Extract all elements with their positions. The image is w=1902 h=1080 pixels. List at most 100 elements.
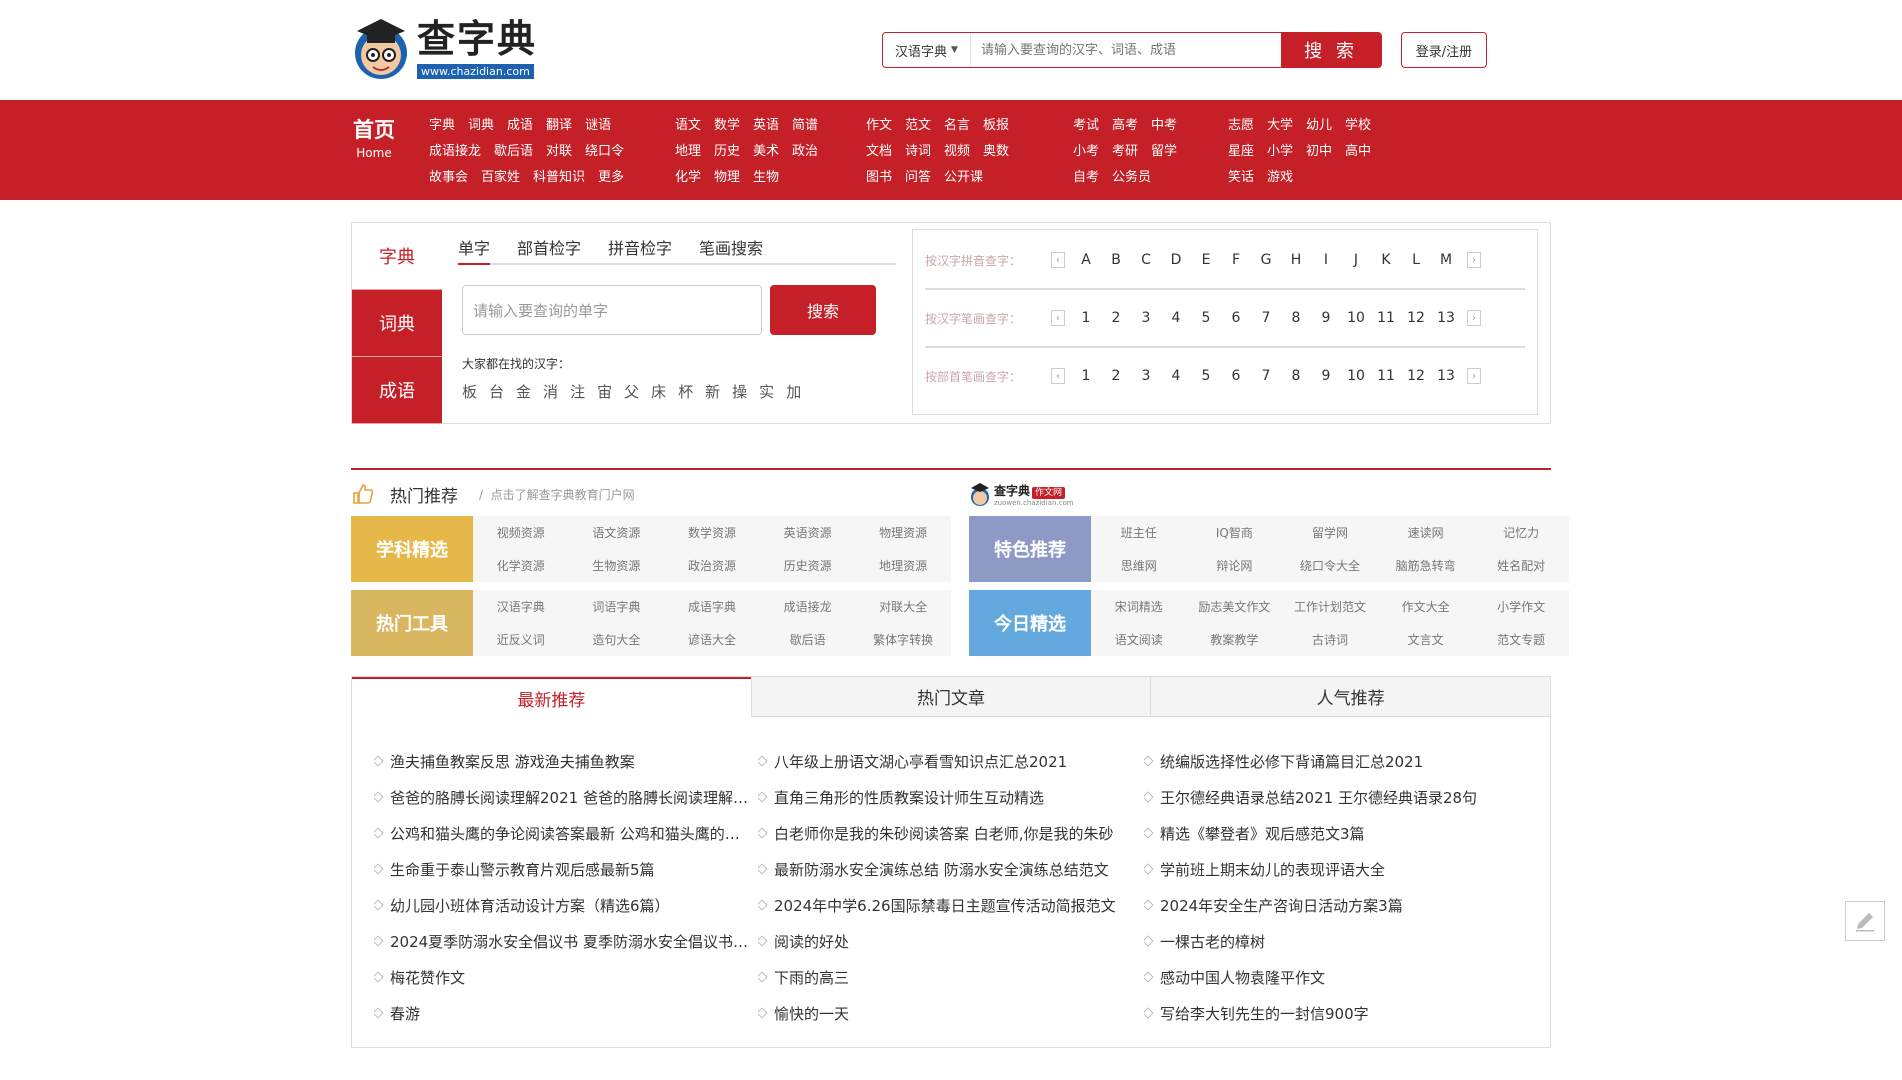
block-link[interactable]: 繁体字转换 <box>855 623 951 656</box>
index-item[interactable]: 10 <box>1341 310 1371 326</box>
nav-link[interactable]: 生物 <box>753 166 779 192</box>
hot-char[interactable]: 板 <box>462 381 477 402</box>
chevron-right-icon[interactable]: › <box>1467 368 1481 384</box>
nav-link[interactable]: 地理 <box>675 140 701 166</box>
index-item[interactable]: 13 <box>1431 310 1461 326</box>
index-item[interactable]: I <box>1311 252 1341 268</box>
tab-popular[interactable]: 人气推荐 <box>1150 677 1551 717</box>
hot-char[interactable]: 实 <box>759 381 774 402</box>
article-item[interactable]: 一棵古老的樟树 <box>1144 923 1524 959</box>
block-link[interactable]: 造句大全 <box>569 623 665 656</box>
block-link[interactable]: 历史资源 <box>760 549 856 582</box>
index-item[interactable]: F <box>1221 252 1251 268</box>
hot-char[interactable]: 注 <box>570 381 585 402</box>
login-register-button[interactable]: 登录/注册 <box>1401 32 1487 68</box>
index-item[interactable]: E <box>1191 252 1221 268</box>
index-item[interactable]: L <box>1401 252 1431 268</box>
index-item[interactable]: 3 <box>1131 310 1161 326</box>
article-item[interactable]: 写给李大钊先生的一封信900字 <box>1144 995 1524 1031</box>
nav-link[interactable]: 奥数 <box>983 140 1009 166</box>
hot-char[interactable]: 床 <box>651 381 666 402</box>
nav-link[interactable]: 大学 <box>1267 114 1293 140</box>
index-item[interactable]: 2 <box>1101 310 1131 326</box>
index-item[interactable]: 5 <box>1191 368 1221 384</box>
tab-cidian[interactable]: 词典 <box>352 290 442 357</box>
nav-link[interactable]: 成语 <box>507 114 533 140</box>
block-link[interactable]: 宋词精选 <box>1091 590 1187 623</box>
index-item[interactable]: 1 <box>1071 368 1101 384</box>
article-item[interactable]: 渔夫捕鱼教案反思 游戏渔夫捕鱼教案 <box>374 743 754 779</box>
index-item[interactable]: C <box>1131 252 1161 268</box>
block-link[interactable]: 工作计划范文 <box>1282 590 1378 623</box>
tab-pinyin[interactable]: 拼音检字 <box>608 231 672 263</box>
hot-char[interactable]: 金 <box>516 381 531 402</box>
nav-home[interactable]: 首页 Home <box>351 114 397 160</box>
nav-link[interactable]: 绕口令 <box>585 140 624 166</box>
article-item[interactable]: 愉快的一天 <box>758 995 1138 1031</box>
article-item[interactable]: 梅花赞作文 <box>374 959 754 995</box>
index-item[interactable]: K <box>1371 252 1401 268</box>
article-item[interactable]: 爸爸的胳膊长阅读理解2021 爸爸的胳膊长阅读理解答案 <box>374 779 754 815</box>
nav-link[interactable]: 小考 <box>1073 140 1099 166</box>
block-link[interactable]: 古诗词 <box>1282 623 1378 656</box>
nav-link[interactable]: 对联 <box>546 140 572 166</box>
block-link[interactable]: 记忆力 <box>1473 516 1569 549</box>
hot-char[interactable]: 加 <box>786 381 801 402</box>
search-type-select[interactable]: 汉语字典 ▼ <box>883 33 971 67</box>
edit-pencil-button[interactable] <box>1845 901 1885 941</box>
nav-link[interactable]: 数学 <box>714 114 740 140</box>
chevron-right-icon[interactable]: › <box>1467 310 1481 326</box>
chevron-left-icon[interactable]: ‹ <box>1051 368 1065 384</box>
article-item[interactable]: 最新防溺水安全演练总结 防溺水安全演练总结范文 <box>758 851 1138 887</box>
nav-link[interactable]: 作文 <box>866 114 892 140</box>
block-link[interactable]: 脑筋急转弯 <box>1378 549 1474 582</box>
hot-recommend-sub[interactable]: / 点击了解查字典教育门户网 <box>479 486 635 503</box>
char-search-input[interactable]: 请输入要查询的单字 <box>462 285 762 335</box>
block-link[interactable]: 歇后语 <box>760 623 856 656</box>
nav-link[interactable]: 笑话 <box>1228 166 1254 192</box>
nav-link[interactable]: 英语 <box>753 114 779 140</box>
block-label[interactable]: 特色推荐 <box>969 516 1091 582</box>
block-link[interactable]: 姓名配对 <box>1473 549 1569 582</box>
hot-char[interactable]: 宙 <box>597 381 612 402</box>
zuowen-logo[interactable]: 查字典 作文网 zuowen.chazidian.com <box>969 480 1074 507</box>
nav-link[interactable]: 故事会 <box>429 166 468 192</box>
nav-link[interactable]: 板报 <box>983 114 1009 140</box>
nav-link[interactable]: 文档 <box>866 140 892 166</box>
index-item[interactable]: 11 <box>1371 310 1401 326</box>
nav-link[interactable]: 政治 <box>792 140 818 166</box>
index-item[interactable]: 12 <box>1401 310 1431 326</box>
block-link[interactable]: IQ智商 <box>1187 516 1283 549</box>
index-item[interactable]: 6 <box>1221 310 1251 326</box>
chevron-left-icon[interactable]: ‹ <box>1051 252 1065 268</box>
nav-link[interactable]: 科普知识 <box>533 166 585 192</box>
index-item[interactable]: J <box>1341 252 1371 268</box>
index-item[interactable]: 4 <box>1161 368 1191 384</box>
block-link[interactable]: 文言文 <box>1378 623 1474 656</box>
article-item[interactable]: 2024年安全生产咨询日活动方案3篇 <box>1144 887 1524 923</box>
index-item[interactable]: M <box>1431 252 1461 268</box>
nav-link[interactable]: 歇后语 <box>494 140 533 166</box>
nav-link[interactable]: 游戏 <box>1267 166 1293 192</box>
index-item[interactable]: 4 <box>1161 310 1191 326</box>
block-link[interactable]: 政治资源 <box>664 549 760 582</box>
nav-link[interactable]: 考研 <box>1112 140 1138 166</box>
index-item[interactable]: 2 <box>1101 368 1131 384</box>
nav-link[interactable]: 高中 <box>1345 140 1371 166</box>
search-input[interactable] <box>971 33 1281 67</box>
block-link[interactable]: 成语字典 <box>664 590 760 623</box>
search-button[interactable]: 搜 索 <box>1281 33 1381 67</box>
nav-link[interactable]: 志愿 <box>1228 114 1254 140</box>
block-link[interactable]: 物理资源 <box>855 516 951 549</box>
block-link[interactable]: 辩论网 <box>1187 549 1283 582</box>
block-link[interactable]: 英语资源 <box>760 516 856 549</box>
block-link[interactable]: 数学资源 <box>664 516 760 549</box>
nav-link[interactable]: 诗词 <box>905 140 931 166</box>
index-item[interactable]: H <box>1281 252 1311 268</box>
index-item[interactable]: 10 <box>1341 368 1371 384</box>
hot-char[interactable]: 杯 <box>678 381 693 402</box>
nav-link[interactable]: 图书 <box>866 166 892 192</box>
tab-hot-articles[interactable]: 热门文章 <box>750 677 1151 717</box>
article-item[interactable]: 下雨的高三 <box>758 959 1138 995</box>
nav-link[interactable]: 词典 <box>468 114 494 140</box>
